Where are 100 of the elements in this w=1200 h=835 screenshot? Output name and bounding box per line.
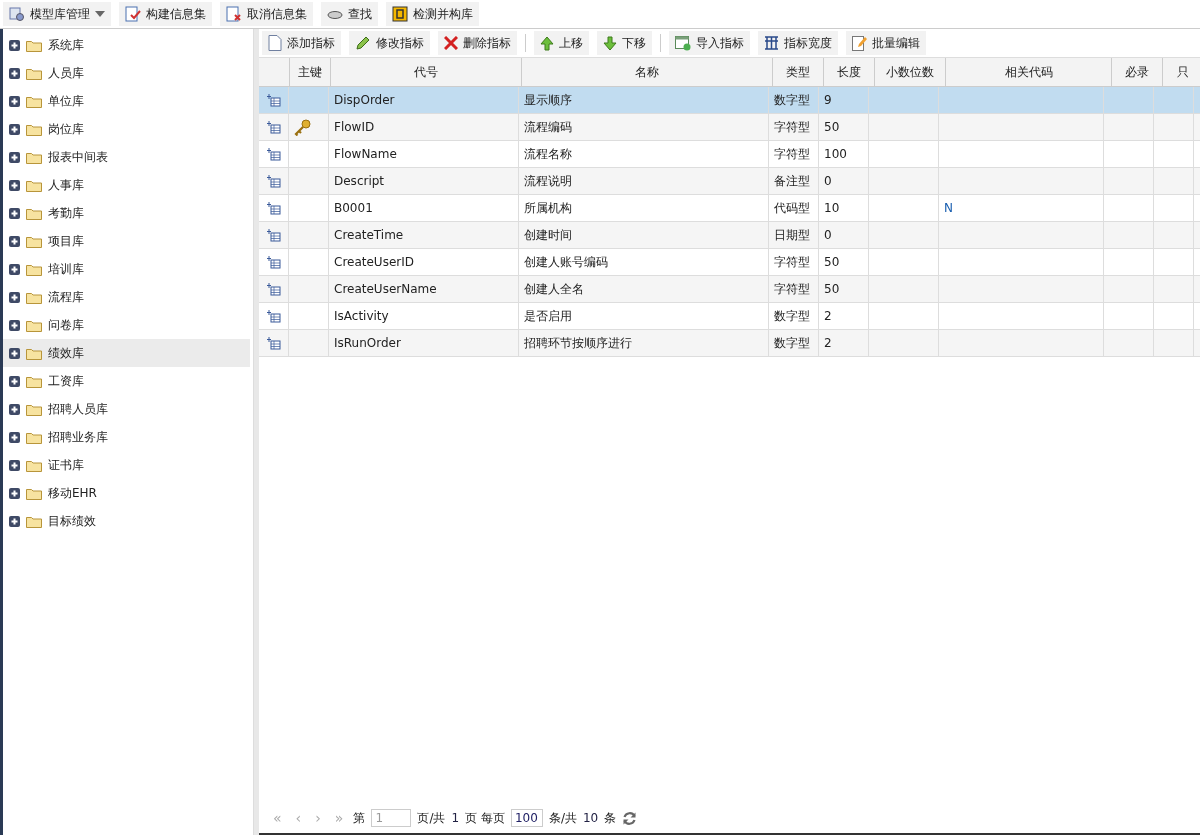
table-row[interactable]: Descript 流程说明 备注型 0 [259, 168, 1200, 195]
table-cell: 流程编码 [524, 118, 572, 136]
table-cell: Descript [334, 174, 385, 188]
table-row[interactable]: IsRunOrder 招聘环节按顺序进行 数字型 2 [259, 330, 1200, 357]
tree-item[interactable]: 系统库 [3, 31, 250, 59]
expand-icon [9, 431, 20, 443]
folder-icon [26, 150, 42, 164]
folder-icon [26, 486, 42, 500]
table-row[interactable]: FlowName 流程名称 字符型 100 [259, 141, 1200, 168]
refresh-icon[interactable] [622, 810, 638, 826]
total-count: 10 [582, 811, 599, 825]
table-cell: 0 [824, 228, 832, 242]
toolbar-button[interactable]: 修改指标 [349, 31, 430, 55]
table-cell: 0 [824, 174, 832, 188]
tree-item[interactable]: 报表中间表 [3, 143, 250, 171]
table-cell: 流程名称 [524, 145, 572, 163]
table-cell: 字符型 [774, 118, 810, 136]
table-cell: 备注型 [774, 172, 810, 190]
table-cell: 字符型 [774, 145, 810, 163]
toolbar-button[interactable]: 指标宽度 [758, 31, 838, 55]
toolbar-button[interactable]: 查找 [321, 2, 378, 26]
table-row[interactable]: CreateTime 创建时间 日期型 0 [259, 222, 1200, 249]
note-edit-icon [852, 35, 867, 51]
table-cell: 2 [824, 336, 832, 350]
table-cell: 创建人全名 [524, 280, 584, 298]
table-cell: DispOrder [334, 93, 395, 107]
tree-item[interactable]: 考勤库 [3, 199, 250, 227]
table-cell: CreateTime [334, 228, 404, 242]
table-row[interactable]: DispOrder 显示顺序 数字型 9 [259, 87, 1200, 114]
import-icon [675, 35, 691, 51]
expand-icon [9, 95, 20, 107]
toolbar-button[interactable]: 取消信息集 [220, 2, 313, 26]
pager-label: 条 [604, 809, 617, 827]
form-check-icon [125, 6, 141, 22]
toolbar-button[interactable]: 删除指标 [438, 31, 517, 55]
tree-item[interactable]: 目标绩效 [3, 507, 250, 535]
page-size-input[interactable]: 100 [510, 809, 543, 827]
toolbar-button[interactable]: 构建信息集 [119, 2, 212, 26]
table-row[interactable]: FlowID 流程编码 字符型 50 [259, 114, 1200, 141]
table-row[interactable]: B0001 所属机构 代码型 10 N [259, 195, 1200, 222]
tree-item[interactable]: 移动EHR [3, 479, 250, 507]
table-cell: 数字型 [774, 334, 810, 352]
folder-icon [26, 206, 42, 220]
field-icon [266, 228, 281, 242]
folder-icon [26, 262, 42, 276]
toolbar-button[interactable]: 检测并构库 [386, 2, 479, 26]
table-cell: CreateUserID [334, 255, 414, 269]
tree-item[interactable]: 证书库 [3, 451, 250, 479]
folder-icon [26, 430, 42, 444]
pencil-icon [355, 35, 371, 51]
toolbar-button[interactable]: 导入指标 [669, 31, 750, 55]
tree-item[interactable]: 培训库 [3, 255, 250, 283]
expand-icon [9, 291, 20, 303]
table-cell: 2 [824, 309, 832, 323]
tree-item[interactable]: 工资库 [3, 367, 250, 395]
field-icon [266, 255, 281, 269]
toolbar-button[interactable]: 下移 [597, 31, 652, 55]
tree-item[interactable]: 单位库 [3, 87, 250, 115]
table-row[interactable]: IsActivity 是否启用 数字型 2 [259, 303, 1200, 330]
column-header: 小数位数 [875, 58, 946, 86]
toolbar-button[interactable]: 添加指标 [262, 31, 341, 55]
toolbar-button[interactable]: 批量编辑 [846, 31, 926, 55]
tree-item[interactable]: 流程库 [3, 283, 250, 311]
table-cell: 50 [824, 282, 840, 296]
table-cell: 9 [824, 93, 832, 107]
expand-icon [9, 403, 20, 415]
table-cell: 50 [824, 120, 840, 134]
field-icon [266, 147, 281, 161]
folder-icon [26, 94, 42, 108]
toolbar-button[interactable]: 模型库管理 [3, 2, 111, 26]
table-cell: 创建时间 [524, 226, 572, 244]
field-icon [266, 201, 281, 215]
column-header: 必录 [1112, 58, 1163, 86]
column-header: 主键 [290, 58, 331, 86]
table-row[interactable]: CreateUserID 创建人账号编码 字符型 50 [259, 249, 1200, 276]
tree-item[interactable]: 招聘业务库 [3, 423, 250, 451]
table-cell: 字符型 [774, 280, 810, 298]
table-cell: 流程说明 [524, 172, 572, 190]
toolbar-button[interactable]: 上移 [534, 31, 589, 55]
tree-item[interactable]: 绩效库 [3, 339, 250, 367]
column-header: 名称 [522, 58, 773, 86]
column-header: 长度 [824, 58, 875, 86]
table-row[interactable]: CreateUserName 创建人全名 字符型 50 [259, 276, 1200, 303]
table-cell: 数字型 [774, 91, 810, 109]
pager-label: 第 [353, 809, 366, 827]
table-cell: 是否启用 [524, 307, 572, 325]
tree-item[interactable]: 问卷库 [3, 311, 250, 339]
expand-icon [9, 235, 20, 247]
pager-label: 条/共 [548, 809, 577, 827]
tree-item[interactable]: 招聘人员库 [3, 395, 250, 423]
tree-item[interactable]: 岗位库 [3, 115, 250, 143]
expand-icon [9, 67, 20, 79]
table-cell: 所属机构 [524, 199, 572, 217]
form-cross-icon [226, 6, 242, 22]
tree-item[interactable]: 人事库 [3, 171, 250, 199]
table-cell: 数字型 [774, 307, 810, 325]
table-cell: 10 [824, 201, 840, 215]
tree-item[interactable]: 人员库 [3, 59, 250, 87]
tree-item[interactable]: 项目库 [3, 227, 250, 255]
table-cell: 代码型 [774, 199, 810, 217]
